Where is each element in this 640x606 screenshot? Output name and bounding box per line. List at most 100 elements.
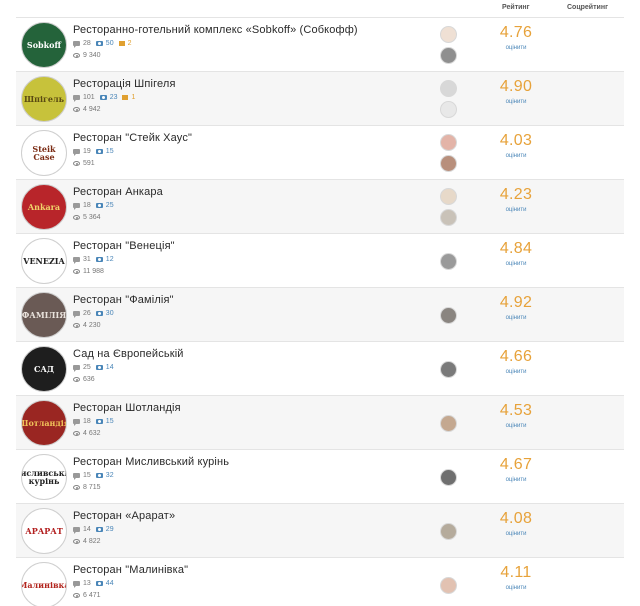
comment-icon (73, 149, 80, 156)
user-avatar[interactable] (440, 155, 457, 172)
view-stats: 8 715 (73, 484, 101, 491)
user-avatar[interactable] (440, 209, 457, 226)
view-stats: 4 942 (73, 106, 101, 113)
rate-link[interactable]: оцінити (486, 531, 546, 537)
restaurant-name-link[interactable]: Ресторан "Стейк Хаус" (73, 132, 192, 144)
user-avatar[interactable] (440, 522, 457, 540)
restaurant-logo[interactable]: Sobkoff (21, 22, 67, 68)
comment-count: 18 (83, 202, 91, 209)
restaurant-name-link[interactable]: Ресторан «Арарат» (73, 510, 175, 522)
restaurant-name-link[interactable]: Ресторанно-готельний комплекс «Sobkoff» … (73, 24, 358, 36)
view-count: 591 (83, 160, 95, 167)
restaurant-logo[interactable]: Малинівка (21, 562, 67, 606)
comment-icon (73, 41, 80, 48)
view-count: 636 (83, 376, 95, 383)
photo-count: 15 (105, 418, 114, 425)
rate-link[interactable]: оцінити (486, 153, 546, 159)
restaurant-logo[interactable]: САД (21, 346, 67, 392)
user-avatar[interactable] (440, 188, 457, 205)
logo-text: Шпігель (23, 93, 65, 104)
logo-text: АРАРАТ (25, 525, 63, 536)
camera-icon (95, 203, 103, 208)
restaurant-logo[interactable]: VENEZIA (21, 238, 67, 284)
view-count: 4 942 (83, 106, 101, 113)
rate-link[interactable]: оцінити (486, 423, 546, 429)
eye-icon (73, 539, 80, 544)
restaurant-logo[interactable]: ФАМІЛІЯ (21, 292, 67, 338)
rate-link[interactable]: оцінити (486, 585, 546, 591)
comment-count: 31 (83, 256, 91, 263)
comment-icon (73, 203, 80, 210)
user-avatar[interactable] (440, 101, 457, 118)
user-avatar[interactable] (440, 414, 457, 432)
restaurant-logo[interactable]: Мисливський курінь (21, 454, 67, 500)
restaurant-name-link[interactable]: Ресторан "Малинівка" (73, 564, 188, 576)
eye-icon (73, 215, 80, 220)
restaurant-logo[interactable]: Ankara (21, 184, 67, 230)
view-stats: 636 (73, 376, 95, 383)
restaurant-stats: 28 50 2 (73, 40, 132, 48)
view-stats: 4 632 (73, 430, 101, 437)
comment-icon (73, 365, 80, 372)
reviewer-avatars (440, 293, 460, 337)
logo-text: Sobkoff (26, 39, 62, 50)
restaurant-logo[interactable]: АРАРАТ (21, 508, 67, 554)
user-avatar[interactable] (440, 306, 457, 324)
user-avatar[interactable] (440, 47, 457, 64)
rating-value: 4.53 (499, 402, 533, 419)
restaurant-row: ШотландіяРесторан Шотландія18154 6324.53… (16, 395, 624, 449)
rate-link[interactable]: оцінити (486, 207, 546, 213)
rating-block: 4.92 оцінити (486, 294, 546, 321)
camera-icon (95, 149, 103, 154)
table-header: Рейтинг Соцрейтинг (0, 0, 640, 17)
restaurant-name-link[interactable]: Ресторан Мисливський курінь (73, 456, 229, 468)
eye-icon (73, 269, 80, 274)
photo-count: 44 (105, 580, 114, 587)
reviewer-avatars (440, 401, 460, 445)
rating-value: 4.23 (499, 186, 533, 203)
comment-count: 28 (83, 40, 91, 47)
restaurant-row: САД Сад на Європейській 25 14 636 4.66 оцінити (16, 341, 624, 395)
restaurant-name-link[interactable]: Ресторан "Фамілія" (73, 294, 174, 306)
restaurant-name-link[interactable]: Ресторан "Венеція" (73, 240, 175, 252)
camera-icon (95, 527, 103, 532)
restaurant-name-link[interactable]: Ресторація Шпігеля (73, 78, 176, 90)
restaurant-name-link[interactable]: Сад на Європейській (73, 348, 184, 360)
restaurant-stats: 101 23 1 (73, 94, 135, 102)
restaurant-logo[interactable]: Steik Case (21, 130, 67, 176)
rating-block: 4.23 оцінити (486, 186, 546, 213)
user-avatar[interactable] (440, 576, 457, 594)
restaurant-logo[interactable]: Шпігель (21, 76, 67, 122)
rate-link[interactable]: оцінити (486, 261, 546, 267)
reviewer-avatars (440, 239, 460, 283)
user-avatar[interactable] (440, 80, 457, 97)
flag-count: 2 (127, 40, 132, 47)
comment-count: 25 (83, 364, 91, 371)
user-avatar[interactable] (440, 360, 457, 378)
rate-link[interactable]: оцінити (486, 99, 546, 105)
camera-icon (95, 257, 103, 262)
social-rating-column-header[interactable]: Соцрейтинг (567, 4, 608, 11)
restaurant-name-link[interactable]: Ресторан Шотландія (73, 402, 181, 414)
rate-link[interactable]: оцінити (486, 315, 546, 321)
rating-block: 4.08 оцінити (486, 510, 546, 537)
view-count: 6 471 (83, 592, 101, 599)
user-avatar[interactable] (440, 252, 457, 270)
user-avatar[interactable] (440, 468, 457, 486)
user-avatar[interactable] (440, 26, 457, 43)
rating-block: 4.84 оцінити (486, 240, 546, 267)
flag-icon (122, 95, 129, 100)
rate-link[interactable]: оцінити (486, 477, 546, 483)
rating-column-header[interactable]: Рейтинг (502, 4, 530, 11)
comment-count: 15 (83, 472, 91, 479)
user-avatar[interactable] (440, 134, 457, 151)
reviewer-avatars (440, 563, 460, 606)
view-count: 9 340 (83, 52, 101, 59)
rate-link[interactable]: оцінити (486, 369, 546, 375)
reviewer-avatars (440, 23, 460, 67)
eye-icon (73, 593, 80, 598)
restaurant-row: АРАРАТ Ресторан «Арарат» 14 29 4 822 4.08 оцін… (16, 503, 624, 557)
restaurant-name-link[interactable]: Ресторан Анкара (73, 186, 163, 198)
rate-link[interactable]: оцінити (486, 45, 546, 51)
restaurant-logo[interactable]: Шотландія (21, 400, 67, 446)
